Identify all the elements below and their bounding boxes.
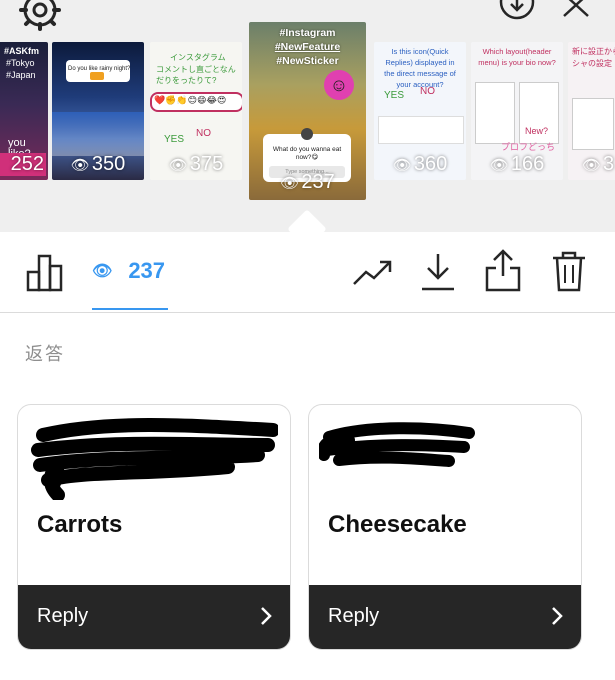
- view-count: 3: [603, 153, 615, 175]
- story-caption: YES: [384, 90, 405, 101]
- insights-trend-icon[interactable]: [352, 256, 394, 288]
- eye-icon: 👁: [92, 263, 113, 280]
- view-count: 350: [91, 153, 126, 175]
- view-count: 375: [189, 153, 224, 175]
- story-caption: 新に設正から: [572, 47, 615, 56]
- selected-story-thumbnail[interactable]: #Instagram #NewFeature #NewSticker ☺ Wha…: [249, 22, 366, 200]
- story-caption: NO: [196, 128, 211, 139]
- close-icon[interactable]: [560, 0, 592, 20]
- reply-button-label: Reply: [328, 605, 380, 627]
- story-caption: Which layout(header menu) is your bio no…: [478, 47, 556, 67]
- bar-chart-icon[interactable]: [26, 252, 66, 292]
- eye-icon: 👁: [168, 157, 188, 174]
- story-caption: New?: [525, 126, 549, 136]
- share-icon[interactable]: [484, 248, 522, 292]
- selection-pointer: [287, 209, 327, 232]
- response-answer-text: Carrots: [37, 511, 123, 538]
- story-thumbnail[interactable]: 新に設正から シャの設定 👁3: [568, 42, 615, 180]
- gear-icon[interactable]: [18, 0, 62, 32]
- view-count: 166: [510, 153, 545, 175]
- story-thumbnail[interactable]: Which layout(header menu) is your bio no…: [471, 42, 563, 180]
- story-strip: #ASKfm #Tokyo #Japan you like? 252 Do yo…: [0, 0, 615, 232]
- story-caption: コメントし直ごとなんだりをったりて?: [156, 65, 236, 85]
- chevron-right-icon: [552, 607, 563, 625]
- download-icon[interactable]: [420, 252, 456, 292]
- story-caption: #Tokyo: [6, 58, 35, 68]
- eye-icon: 👁: [70, 157, 90, 174]
- story-thumbnail[interactable]: Is this icon(Quick Replies) displayed in…: [374, 42, 466, 180]
- eye-icon: 👁: [582, 157, 602, 174]
- story-thumbnail[interactable]: コメントし直ごとなんだりをったりて? インスタグラム ❤️✊👏😊😄😂😍 YES …: [150, 42, 242, 180]
- divider: [0, 312, 615, 313]
- response-answer-text: Cheesecake: [328, 511, 467, 538]
- chevron-right-icon: [261, 607, 272, 625]
- story-caption: プロフどっち: [501, 142, 556, 152]
- view-count: 252: [10, 153, 44, 175]
- responses-section-title: 返答: [25, 344, 65, 364]
- story-caption: Is this icon(Quick Replies) displayed in…: [384, 47, 456, 89]
- viewers-count: 237: [128, 258, 166, 283]
- eye-icon: 👁: [280, 175, 300, 192]
- smiley-sticker-icon: ☺: [324, 70, 354, 100]
- reply-button[interactable]: Reply: [309, 585, 581, 649]
- story-thumbnail[interactable]: Do you like rainy night? 👁 350: [52, 42, 144, 180]
- redacted-username-scribble: [31, 418, 278, 500]
- story-caption: #ASKfm: [4, 46, 40, 56]
- eye-icon: 👁: [489, 157, 509, 174]
- avatar: [301, 128, 313, 140]
- story-caption: インスタグラム: [170, 53, 226, 62]
- story-hashtag: #NewFeature: [274, 41, 341, 53]
- view-count: 360: [413, 153, 448, 175]
- response-card: Carrots Reply: [17, 404, 291, 650]
- reply-button[interactable]: Reply: [18, 585, 290, 649]
- story-caption: YES: [164, 134, 185, 145]
- reply-button-label: Reply: [37, 605, 89, 627]
- tab-viewers[interactable]: 👁 237: [92, 258, 165, 284]
- save-story-icon[interactable]: [497, 0, 537, 24]
- redacted-username-scribble: [319, 422, 475, 467]
- view-count: 237: [301, 171, 335, 193]
- story-hashtag: #Instagram: [279, 27, 336, 39]
- eye-icon: 👁: [392, 157, 412, 174]
- story-caption: #Japan: [6, 70, 36, 80]
- story-hashtag: #NewSticker: [276, 55, 339, 67]
- trash-icon[interactable]: [551, 250, 587, 292]
- response-card: Cheesecake Reply: [308, 404, 582, 650]
- story-caption: NO: [420, 86, 435, 97]
- active-tab-indicator: [92, 308, 168, 310]
- story-caption: シャの設定: [572, 59, 612, 68]
- story-thumbnail[interactable]: #ASKfm #Tokyo #Japan you like? 252: [0, 42, 48, 180]
- story-action-bar: 👁 237: [0, 232, 615, 312]
